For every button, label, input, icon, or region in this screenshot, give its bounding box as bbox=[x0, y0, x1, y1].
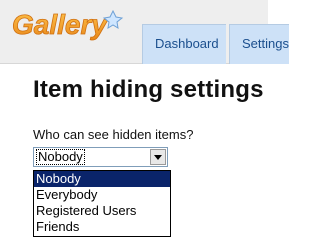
select-current-value: Nobody bbox=[36, 149, 85, 165]
header: Gallery Dashboard Settings bbox=[0, 0, 289, 64]
gallery-logo[interactable]: Gallery bbox=[10, 3, 130, 47]
select-option-nobody[interactable]: Nobody bbox=[34, 171, 170, 187]
select-option-friends[interactable]: Friends bbox=[34, 219, 170, 235]
tab-settings[interactable]: Settings bbox=[229, 24, 289, 64]
tab-dashboard-label: Dashboard bbox=[155, 36, 219, 51]
tab-dashboard[interactable]: Dashboard bbox=[142, 24, 226, 64]
select-options-list: Nobody Everybody Registered Users Friend… bbox=[33, 170, 171, 237]
page-title: Item hiding settings bbox=[33, 76, 264, 103]
chevron-down-icon bbox=[154, 154, 162, 160]
svg-text:Gallery: Gallery bbox=[12, 9, 108, 40]
hidden-items-visibility-label: Who can see hidden items? bbox=[33, 127, 194, 142]
select-option-registered-users[interactable]: Registered Users bbox=[34, 203, 170, 219]
hidden-items-visibility-select[interactable]: Nobody bbox=[33, 147, 168, 167]
tab-settings-label: Settings bbox=[242, 36, 289, 51]
select-option-everybody[interactable]: Everybody bbox=[34, 187, 170, 203]
select-dropdown-button[interactable] bbox=[150, 149, 166, 165]
